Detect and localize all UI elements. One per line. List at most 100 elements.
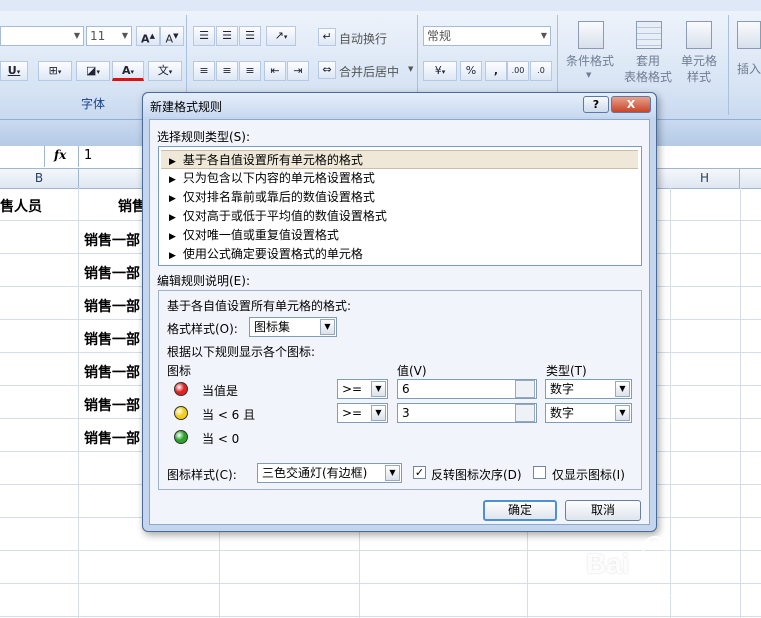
rule-type-label: 选择规则类型(S):	[157, 130, 251, 144]
reverse-order-checkbox[interactable]: ✓	[413, 466, 426, 479]
align-top-icon[interactable]: ☰	[193, 26, 215, 46]
range-select-icon[interactable]	[515, 380, 535, 398]
font-size-combo[interactable]: 11 ▼	[86, 26, 132, 46]
value-input[interactable]: 3	[397, 403, 537, 423]
chevron-down-icon: ▼	[615, 381, 630, 397]
format-style-select[interactable]: 图标集 ▼	[249, 317, 337, 337]
divider	[78, 146, 79, 167]
show-icon-only-checkbox[interactable]	[533, 466, 546, 479]
conditional-format-button[interactable]: 条件格式 ▼	[562, 19, 618, 91]
rule-type-list[interactable]: ▶ 基于各自值设置所有单元格的格式 ▶ 只为包含以下内容的单元格设置格式 ▶ 仅对排名…	[158, 146, 642, 266]
orientation-icon: ↗	[274, 29, 284, 42]
new-format-rule-dialog: 新建格式规则 ? X 选择规则类型(S): ▶ 基于各自值设置所有单元格的格式 ▶…	[142, 92, 657, 532]
chevron-down-icon: ▼	[121, 31, 128, 40]
chevron-down-icon: ▼	[540, 31, 547, 40]
increase-indent-icon[interactable]: ⇥	[287, 61, 309, 81]
number-format-combo[interactable]: 常规 ▼	[423, 26, 551, 46]
triangle-right-icon: ▶	[169, 251, 176, 261]
border-button[interactable]: ⊞▾	[38, 61, 72, 81]
wrap-text-button[interactable]: ↵ 自动换行	[318, 28, 418, 48]
type-select[interactable]: 数字 ▼	[545, 403, 632, 423]
description-title: 基于各自值设置所有单元格的格式:	[167, 299, 352, 313]
grow-font-button[interactable]: A▲	[136, 26, 160, 46]
show-icon-only-label: 仅显示图标(I)	[552, 468, 625, 482]
rule-description-panel: 基于各自值设置所有单元格的格式: 格式样式(O): 图标集 ▼ 根据以下规则显示各…	[158, 290, 642, 490]
cell-dept[interactable]: 销售一部	[84, 230, 140, 250]
align-center-icon[interactable]: ≡	[216, 61, 238, 81]
rule-type-item[interactable]: ▶ 仅对排名靠前或靠后的数值设置格式	[161, 188, 638, 207]
cell-dept[interactable]: 销售一部	[84, 329, 140, 349]
rule-type-item[interactable]: ▶ 基于各自值设置所有单元格的格式	[161, 150, 638, 169]
type-select[interactable]: 数字 ▼	[545, 379, 632, 399]
watermark-brand: Bai	[586, 548, 630, 579]
table-format-button[interactable]: 套用 表格格式	[620, 19, 676, 91]
watermark-du: du	[640, 554, 665, 576]
operator-select[interactable]: >= ▼	[337, 379, 388, 399]
align-middle-icon[interactable]: ☰	[216, 26, 238, 46]
font-color-button[interactable]: A▾	[112, 61, 144, 81]
condition-text: 当值是	[202, 384, 239, 398]
name-box[interactable]	[0, 146, 45, 167]
column-header-h[interactable]: H	[670, 169, 740, 188]
rule-type-item[interactable]: ▶ 使用公式确定要设置格式的单元格	[161, 245, 638, 264]
icon-column-header: 图标	[167, 364, 192, 378]
chevron-down-icon: ▼	[371, 405, 386, 421]
paint-bucket-icon: ◪	[86, 64, 97, 77]
ok-button[interactable]: 确定	[483, 500, 557, 521]
increase-decimal-button[interactable]: .00	[507, 61, 529, 81]
operator-select[interactable]: >= ▼	[337, 403, 388, 423]
decrease-decimal-button[interactable]: .0	[530, 61, 552, 81]
fill-color-button[interactable]: ◪▾	[76, 61, 110, 81]
cell-dept[interactable]: 销售一部	[84, 296, 140, 316]
chevron-down-icon: ▼	[371, 381, 386, 397]
help-button[interactable]: ?	[583, 96, 609, 113]
rule-type-item[interactable]: ▶ 只为包含以下内容的单元格设置格式	[161, 169, 638, 188]
rule-type-item[interactable]: ▶ 仅对唯一值或重复值设置格式	[161, 226, 638, 245]
display-rule-label: 根据以下规则显示各个图标:	[167, 345, 316, 359]
comma-button[interactable]: ,	[485, 61, 507, 81]
align-right-icon[interactable]: ≡	[239, 61, 261, 81]
baidu-watermark: Bai du 经验 jingyan.baidu.com	[586, 536, 756, 615]
currency-button[interactable]: ¥▾	[423, 61, 457, 81]
cell-dept[interactable]: 销售一部	[84, 428, 140, 448]
cancel-button[interactable]: 取消	[565, 500, 641, 521]
cell-dept[interactable]: 销售一部	[84, 395, 140, 415]
checkmark-icon: ✓	[414, 466, 425, 479]
percent-button[interactable]: %	[460, 61, 482, 81]
align-left-icon[interactable]: ≡	[193, 61, 215, 81]
cell-dept[interactable]: 销售一部	[84, 263, 140, 283]
column-header-b[interactable]: B	[0, 169, 79, 188]
insert-button[interactable]: 插入	[734, 19, 761, 91]
range-select-icon[interactable]	[515, 404, 535, 422]
condition-text: 当 < 6 且	[202, 408, 256, 422]
icon-style-select[interactable]: 三色交通灯(有边框) ▼	[257, 463, 402, 483]
chevron-down-icon: ▼	[73, 31, 80, 40]
cell-dept[interactable]: 销售一部	[84, 362, 140, 382]
edit-rule-label: 编辑规则说明(E):	[157, 274, 250, 288]
underline-button[interactable]: U▾	[0, 61, 28, 81]
phonetic-button[interactable]: 文▾	[148, 61, 182, 81]
close-button[interactable]: X	[611, 96, 651, 113]
merge-center-button[interactable]: ⇔ 合并后居中 ▼	[318, 61, 418, 81]
cell-style-button[interactable]: 单元格 样式	[676, 19, 722, 91]
value-input[interactable]: 6	[397, 379, 537, 399]
conditional-format-icon	[578, 21, 604, 49]
cell-header-b[interactable]: 售人员	[0, 196, 42, 216]
function-icon[interactable]: fx	[54, 148, 66, 162]
condition-text: 当 < 0	[202, 432, 240, 446]
dialog-body: 选择规则类型(S): ▶ 基于各自值设置所有单元格的格式 ▶ 只为包含以下内容的单元…	[149, 119, 650, 525]
rule-type-item[interactable]: ▶ 仅对高于或低于平均值的数值设置格式	[161, 207, 638, 226]
watermark-url: jingyan.baidu.com	[600, 586, 702, 599]
icon-style-label: 图标样式(C):	[167, 468, 237, 482]
red-light-icon	[174, 382, 188, 396]
align-bottom-icon[interactable]: ☰	[239, 26, 261, 46]
orientation-button[interactable]: ↗▾	[266, 26, 296, 46]
green-light-icon	[174, 430, 188, 444]
shrink-font-button[interactable]: A▼	[160, 26, 184, 46]
insert-icon	[737, 21, 761, 49]
font-name-combo[interactable]: ▼	[0, 26, 84, 46]
chevron-down-icon: ▼	[408, 65, 414, 73]
decrease-indent-icon[interactable]: ⇤	[264, 61, 286, 81]
dialog-titlebar[interactable]: 新建格式规则 ? X	[143, 93, 656, 117]
value-column-header: 值(V)	[397, 364, 427, 378]
